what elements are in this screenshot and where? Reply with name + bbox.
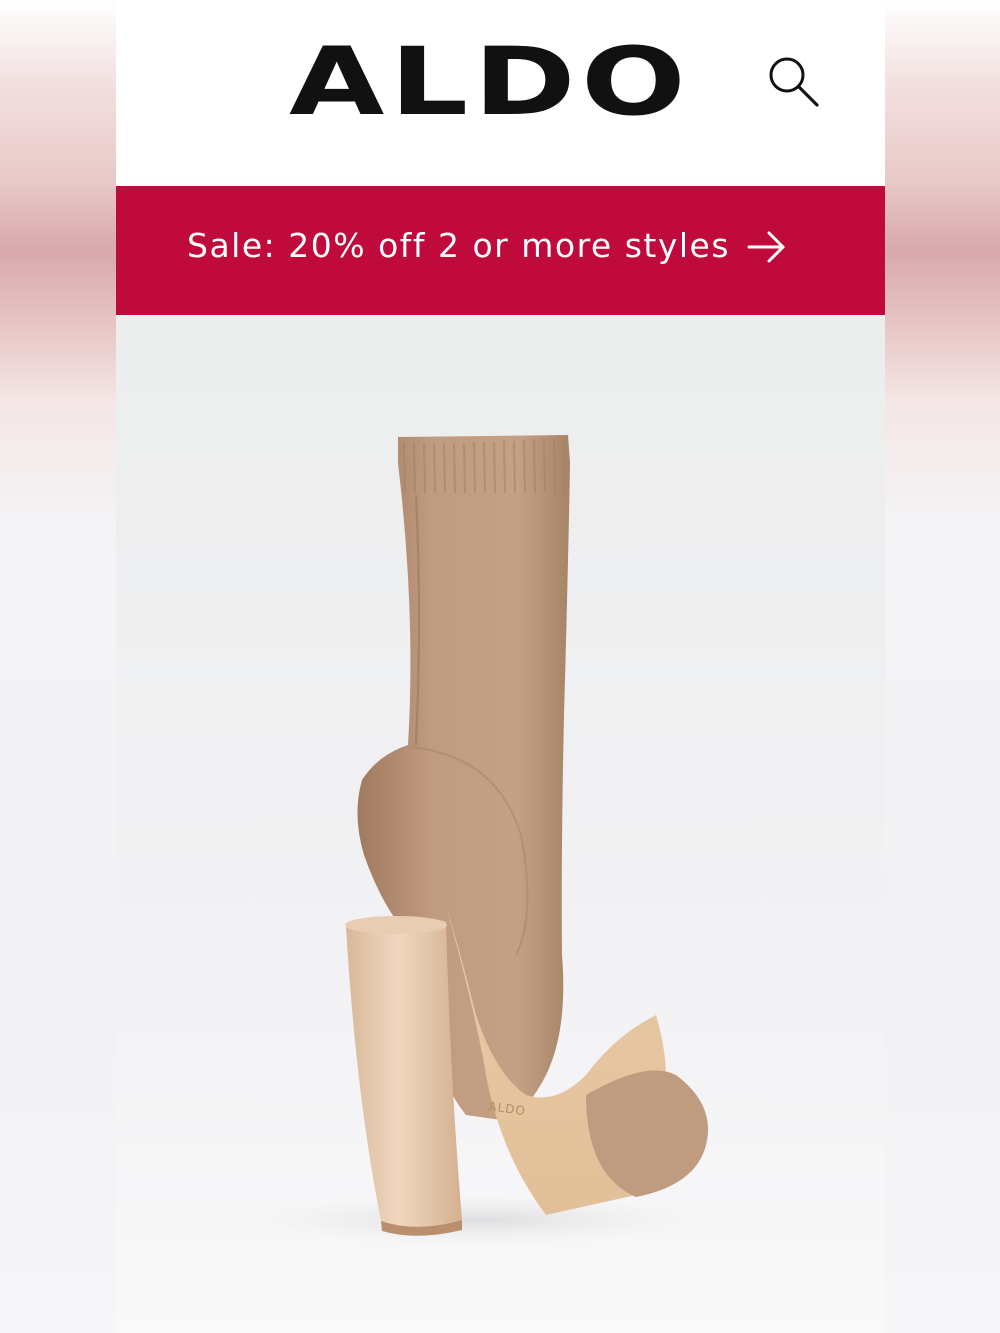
product-image[interactable]: ALDO: [116, 315, 885, 1333]
block-heel: [346, 919, 462, 1227]
promo-banner-text: Sale: 20% off 2 or more styles: [187, 226, 731, 265]
search-button[interactable]: [763, 52, 823, 112]
heel-top-edge: [345, 916, 447, 934]
floor-shadow: [236, 1194, 716, 1246]
promo-banner[interactable]: Sale: 20% off 2 or more styles: [116, 186, 885, 315]
right-blurred-gutter: [884, 0, 1000, 1333]
phone-screen: ALDO Sale: 20% off 2 or more styles ALDO: [116, 0, 885, 1333]
arrow-right-icon: [747, 231, 785, 263]
search-icon: [769, 57, 819, 107]
aldo-logo[interactable]: ALDO: [286, 36, 694, 120]
left-blurred-gutter: [0, 0, 116, 1333]
aldo-logo-text: ALDO: [289, 36, 691, 120]
site-header: ALDO: [116, 0, 885, 186]
bootie-illustration: ALDO: [236, 435, 716, 1246]
